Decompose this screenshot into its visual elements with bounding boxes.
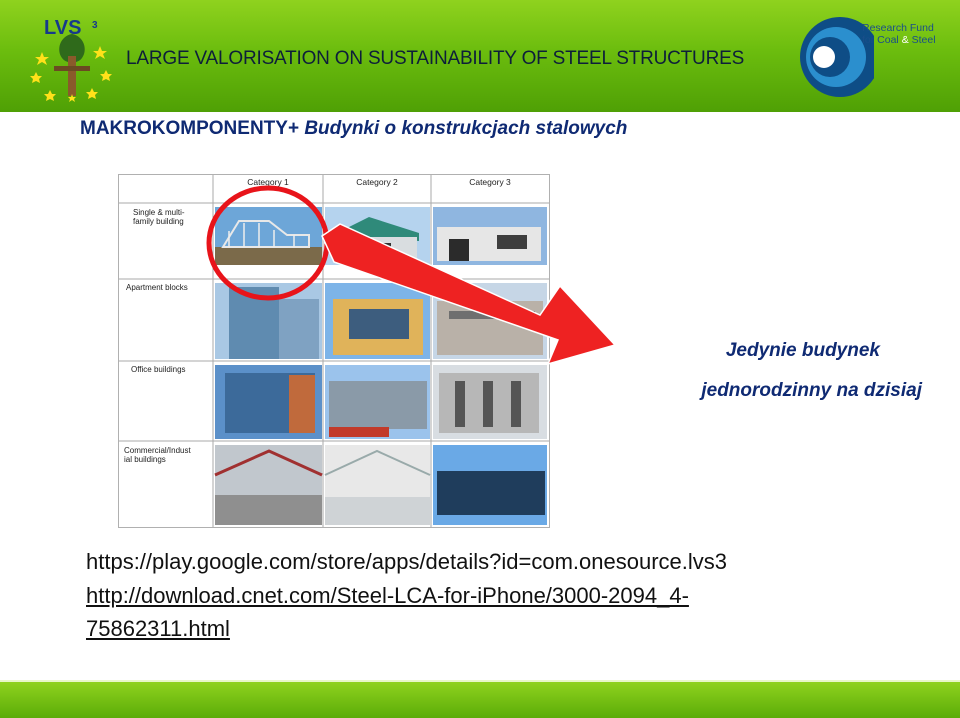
photo-house-green-roof bbox=[325, 207, 430, 265]
link-cnet-line2[interactable]: 75862311.html bbox=[86, 616, 230, 642]
row-label-3: Office buildings bbox=[131, 365, 186, 374]
link-google-play[interactable]: https://play.google.com/store/apps/detai… bbox=[86, 549, 727, 575]
lvs3-logo: LVS 3 bbox=[30, 17, 112, 102]
photo-white-house bbox=[433, 207, 547, 265]
photo-warehouse-interior bbox=[324, 445, 431, 525]
photo-modern-apartments bbox=[433, 283, 547, 359]
column-header-2: Category 2 bbox=[356, 177, 398, 187]
footer-bar bbox=[0, 680, 960, 718]
header-title: LARGE VALORISATION ON SUSTAINABILITY OF … bbox=[126, 48, 745, 69]
link-cnet-line1[interactable]: http://download.cnet.com/Steel-LCA-for-i… bbox=[86, 583, 689, 609]
slide-title: MAKROKOMPONENTY+ Budynki o konstrukcjach… bbox=[80, 118, 628, 139]
photo-office-frame bbox=[215, 365, 322, 439]
photo-steel-frame-house bbox=[215, 207, 322, 265]
svg-text:3: 3 bbox=[92, 20, 98, 31]
column-header-1: Category 1 bbox=[247, 177, 289, 187]
callout-line-2: jednorodzinny na dzisiaj bbox=[701, 380, 922, 401]
header-bar: LVS 3 LARGE VALORISATION ON SUSTAINABILI… bbox=[0, 0, 960, 112]
photo-office-white bbox=[433, 365, 547, 439]
photo-industrial-frame bbox=[214, 445, 323, 525]
row-label-2: Apartment blocks bbox=[126, 283, 188, 292]
column-header-3: Category 3 bbox=[469, 177, 511, 187]
rfcs-label: Research Fund for Coal & Steel bbox=[862, 22, 936, 46]
callout-line-1: Jedynie budynek bbox=[725, 340, 880, 361]
photo-yellow-apartments bbox=[325, 283, 430, 359]
photo-commercial-building bbox=[433, 445, 547, 525]
row-label-1: Single & multi-family building bbox=[133, 208, 185, 226]
row-label-4: Commercial/Indust ial buildings bbox=[124, 446, 191, 464]
building-category-grid: Category 1 Category 2 Category 3 Single … bbox=[118, 174, 550, 528]
photo-office-glass bbox=[325, 365, 430, 439]
photo-glass-apartments bbox=[215, 283, 322, 359]
